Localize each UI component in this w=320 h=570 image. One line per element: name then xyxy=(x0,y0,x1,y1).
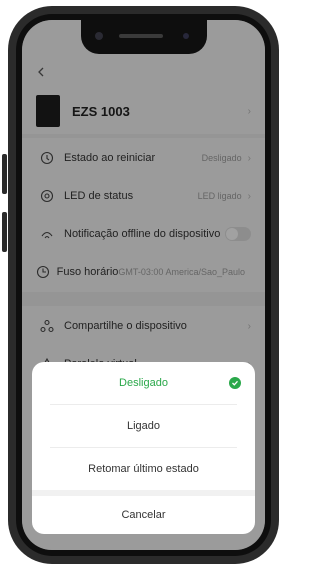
option-label: Retomar último estado xyxy=(88,463,199,475)
option-desligado[interactable]: Desligado xyxy=(32,362,255,404)
option-ligado[interactable]: Ligado xyxy=(32,405,255,447)
screen: EZS 1003 › Estado ao reiniciar Desligado… xyxy=(22,20,265,550)
cancel-button[interactable]: Cancelar xyxy=(32,496,255,534)
restart-state-sheet: Desligado Ligado Retomar último estado C… xyxy=(32,362,255,534)
notch xyxy=(80,20,207,54)
side-button xyxy=(2,154,7,194)
cancel-label: Cancelar xyxy=(121,509,166,521)
camera-icon xyxy=(94,32,103,40)
check-icon xyxy=(229,377,241,389)
option-retomar[interactable]: Retomar último estado xyxy=(32,448,255,490)
speaker-grille xyxy=(118,34,163,38)
sensor-icon xyxy=(182,33,189,39)
option-label: Ligado xyxy=(126,420,161,432)
option-label: Desligado xyxy=(119,377,168,389)
phone-frame: EZS 1003 › Estado ao reiniciar Desligado… xyxy=(2,6,279,564)
phone-bezel: EZS 1003 › Estado ao reiniciar Desligado… xyxy=(16,14,271,556)
side-button xyxy=(2,212,7,252)
